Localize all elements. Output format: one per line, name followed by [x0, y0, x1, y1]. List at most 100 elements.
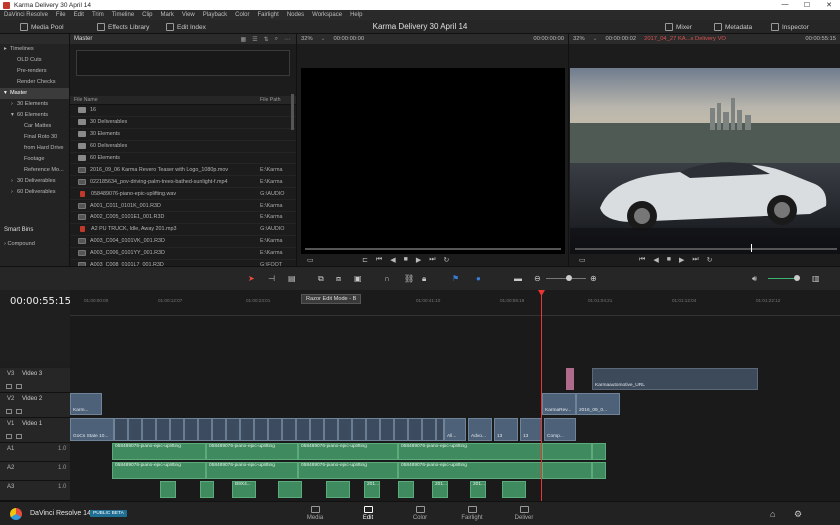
media-pool-row[interactable]: 058489076-piano-epic-uplifting.wav G:\AUD… [70, 188, 296, 201]
list-view-icon[interactable]: ☰ [252, 36, 257, 43]
inspector-button[interactable]: Inspector [771, 22, 809, 32]
snapping-icon[interactable]: ∩ [384, 274, 390, 283]
video-clip[interactable]: Comp... [544, 418, 576, 441]
overwrite-clip-icon[interactable]: ⧈ [336, 274, 341, 284]
audio-clip[interactable]: 201... [364, 481, 380, 498]
bin-item[interactable]: Car Mattes [0, 121, 69, 132]
audio-clip[interactable]: 058489076-piano-epic-uplifting [298, 462, 398, 479]
lock-icon[interactable] [6, 384, 12, 389]
audio-clip[interactable]: 058489076-piano-epic-uplifting [398, 443, 542, 460]
audio-clip[interactable]: B9X4... [232, 481, 256, 498]
bin-item[interactable]: Footage [0, 154, 69, 165]
jump-end-icon[interactable]: ⏭ [429, 256, 435, 264]
timeline-ruler[interactable]: 01:00:00:00 01:00:12:07 01:00:23:01 01:0… [70, 290, 840, 316]
audio-clip[interactable] [200, 481, 214, 498]
media-pool-row[interactable]: A2 PU TRUCK, Idle, Away 201.mp3 G:\AUDIO [70, 224, 296, 236]
media-pool-row[interactable]: 30 Deliverables [70, 117, 296, 129]
menu-clip[interactable]: Clip [138, 12, 156, 18]
audio-clip[interactable] [160, 481, 176, 498]
audio-meter-icon[interactable]: ▥ [812, 274, 820, 283]
sort-icon[interactable]: ⇅ [264, 36, 269, 43]
play-icon[interactable]: ▶ [416, 256, 421, 264]
audio-clip[interactable]: 058489076-piano-epic-uplifting [398, 462, 542, 479]
video-clip[interactable]: 13 [520, 418, 542, 441]
playhead[interactable] [541, 290, 542, 501]
track-header-a3[interactable]: A3 1.0 [0, 481, 70, 501]
track-header-a1[interactable]: A1 1.0 [0, 443, 70, 462]
chevron-down-icon[interactable]: ⌄ [589, 36, 602, 42]
audio-clip[interactable]: 058489076-piano-epic-uplifting [298, 443, 398, 460]
loop-icon[interactable]: ↻ [707, 256, 713, 264]
track-header-a2[interactable]: A2 1.0 [0, 462, 70, 481]
audio-clip[interactable]: 201... [432, 481, 448, 498]
video-clip[interactable]: All... [444, 418, 466, 441]
stop-icon[interactable]: ■ [404, 256, 408, 264]
play-icon[interactable]: ▶ [679, 256, 684, 264]
bin-item[interactable]: › 60 Deliverables [0, 187, 69, 198]
lock-icon[interactable]: 🔒︎ [422, 274, 426, 284]
column-file-path[interactable]: File Path [260, 97, 280, 103]
zoom-out-icon[interactable]: ⊖ [534, 274, 541, 283]
media-pool-row[interactable]: 30 Elements [70, 129, 296, 141]
audio-clip[interactable] [542, 443, 592, 460]
flag-icon[interactable]: ⚑ [452, 274, 459, 283]
audio-clip[interactable] [326, 481, 350, 498]
audio-clip[interactable]: 201... [470, 481, 486, 498]
media-pool-row[interactable]: A002_C005_0101E1_001.R3D E:\Karma [70, 212, 296, 224]
tab-edit[interactable]: Edit [353, 506, 383, 521]
zoom-in-icon[interactable]: ⊕ [590, 274, 597, 283]
maximize-button[interactable]: ☐ [796, 1, 818, 9]
insert-clip-icon[interactable]: ⧉ [318, 274, 324, 284]
bin-item[interactable]: ▾ Master [0, 88, 69, 99]
loop-icon[interactable]: ↻ [444, 256, 450, 264]
video-clip[interactable]: Karmaautomotive_URL [592, 368, 758, 390]
bin-item[interactable]: ▸ Timelines [0, 44, 69, 55]
thumbnail-view-icon[interactable]: ▦ [241, 36, 247, 43]
razor-tool-icon[interactable]: ▤ [288, 274, 296, 283]
play-reverse-icon[interactable]: ◀ [390, 256, 395, 264]
menu-file[interactable]: File [52, 12, 70, 18]
play-reverse-icon[interactable]: ◀ [653, 256, 658, 264]
track-header-v1[interactable]: V1 Video 1 [0, 418, 70, 443]
auto-select-icon[interactable] [16, 434, 22, 439]
audio-clip[interactable] [278, 481, 302, 498]
in-point-icon[interactable]: ⊏ [362, 256, 368, 264]
jump-end-icon[interactable]: ⏭ [692, 256, 698, 264]
tab-media[interactable]: Media [300, 506, 330, 521]
audio-clip[interactable] [542, 462, 592, 479]
media-pool-row[interactable]: 022185634_pov-driving-palm-trees-bathed-… [70, 176, 296, 189]
video-clip[interactable] [566, 368, 574, 390]
timeline-tracks[interactable]: Karmaautomotive_URL Karm... KarmaRev... … [70, 316, 840, 501]
bin-item[interactable]: Final Roto 30 [0, 132, 69, 143]
video-clip[interactable]: Advo... [468, 418, 492, 441]
menu-nodes[interactable]: Nodes [283, 12, 308, 18]
menu-davinci[interactable]: DaVinci Resolve [0, 12, 52, 18]
bin-item[interactable]: ▾ 60 Elements [0, 110, 69, 121]
media-pool-row[interactable]: 60 Elements [70, 153, 296, 165]
zoom-slider-handle[interactable] [566, 275, 572, 281]
video-clip[interactable]: 2016_09_0... [576, 393, 620, 415]
timeline-viewer-screen[interactable] [570, 68, 840, 254]
view-options-icon[interactable]: ▭ [307, 256, 314, 264]
more-options-icon[interactable]: ⋯ [284, 36, 290, 43]
bin-item[interactable]: › 30 Elements [0, 99, 69, 110]
menu-edit[interactable]: Edit [70, 12, 88, 18]
menu-help[interactable]: Help [346, 12, 366, 18]
menu-workspace[interactable]: Workspace [308, 12, 346, 18]
bin-item[interactable]: › 30 Deliverables [0, 176, 69, 187]
timeline-scrub-bar[interactable] [575, 248, 837, 250]
source-viewer-screen[interactable] [301, 68, 565, 254]
replace-clip-icon[interactable]: ▣ [354, 274, 362, 283]
bin-item[interactable]: Pre-renders [0, 66, 69, 77]
selection-tool-icon[interactable]: ➤ [248, 274, 255, 283]
auto-select-icon[interactable] [16, 384, 22, 389]
video-clip[interactable]: 13 [494, 418, 518, 441]
menu-playback[interactable]: Playback [199, 12, 231, 18]
bin-item[interactable]: Render Checks [0, 77, 69, 88]
tab-deliver[interactable]: Deliver [509, 506, 539, 521]
source-zoom[interactable]: 32% [297, 36, 317, 42]
timeline-name[interactable]: 2017_04_27 KA...s Delivery VO [640, 36, 730, 42]
scrub-playhead[interactable] [751, 244, 752, 252]
auto-select-icon[interactable] [16, 409, 22, 414]
menu-timeline[interactable]: Timeline [108, 12, 138, 18]
